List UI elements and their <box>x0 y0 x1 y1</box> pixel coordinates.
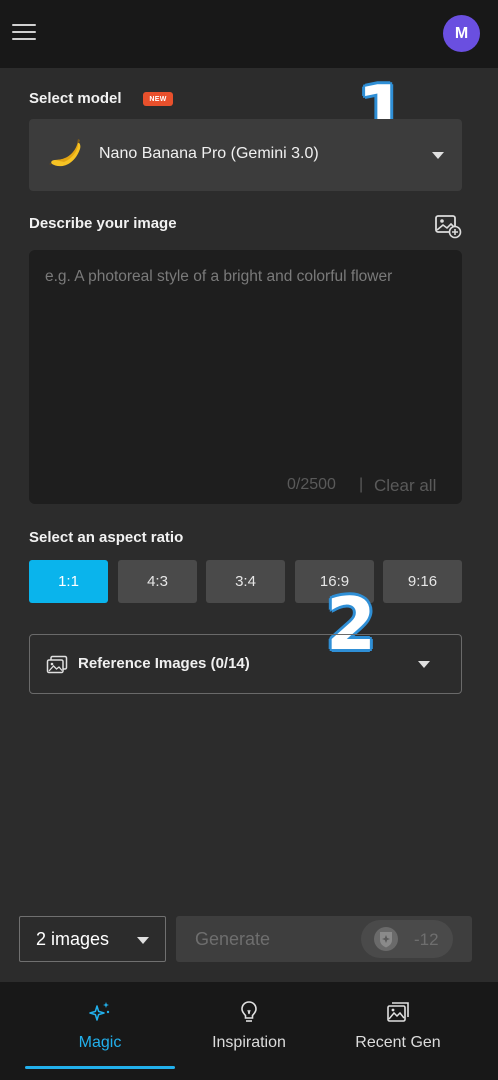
image-add-icon[interactable] <box>434 213 462 239</box>
active-tab-indicator <box>25 1066 175 1069</box>
aspect-ratio-4-3[interactable]: 4:3 <box>118 560 197 603</box>
reference-images-label: Reference Images (0/14) <box>78 655 250 672</box>
generate-label: Generate <box>195 929 271 949</box>
nav-item-recent-gen[interactable]: Recent Gen <box>315 982 481 1080</box>
image-count-label: 2 images <box>36 929 110 949</box>
bottom-navigation: Magic Inspiration Recent Gen <box>0 982 498 1080</box>
credit-coin-icon <box>374 927 398 951</box>
avatar[interactable]: M <box>443 15 480 52</box>
top-bar: M <box>0 0 498 68</box>
nav-label-inspiration: Inspiration <box>212 1034 286 1051</box>
new-badge: NEW <box>143 92 173 106</box>
lightbulb-icon <box>241 1001 257 1022</box>
gallery-icon <box>387 1002 409 1022</box>
selected-model-name: Nano Banana Pro (Gemini 3.0) <box>99 145 319 162</box>
chevron-down-icon <box>418 661 430 668</box>
cost-pill: -12 <box>361 920 453 958</box>
clear-all-button[interactable]: Clear all <box>374 476 436 496</box>
select-model-label: Select model <box>29 90 122 107</box>
character-counter: 0/2500 <box>287 476 336 493</box>
nav-label-recent-gen: Recent Gen <box>355 1034 441 1051</box>
images-icon <box>46 655 68 674</box>
aspect-ratio-9-16[interactable]: 9:16 <box>383 560 462 603</box>
chevron-down-icon <box>137 937 149 944</box>
aspect-ratio-label: Select an aspect ratio <box>29 529 184 546</box>
banana-icon <box>49 139 81 167</box>
describe-image-label: Describe your image <box>29 215 177 232</box>
prompt-box: 0/2500 | Clear all <box>29 250 462 504</box>
prompt-input[interactable] <box>29 250 462 450</box>
reference-images-dropdown[interactable]: Reference Images (0/14) <box>29 634 462 694</box>
model-select-dropdown[interactable]: Nano Banana Pro (Gemini 3.0) <box>29 119 462 191</box>
cost-value: -12 <box>414 930 439 949</box>
aspect-ratio-1-1[interactable]: 1:1 <box>29 560 108 603</box>
nav-item-inspiration[interactable]: Inspiration <box>166 982 332 1080</box>
counter-separator: | <box>359 476 364 493</box>
generate-button[interactable]: Generate -12 <box>176 916 472 962</box>
hamburger-menu-icon[interactable] <box>12 24 36 42</box>
nav-label-magic: Magic <box>78 1034 122 1051</box>
aspect-ratio-3-4[interactable]: 3:4 <box>206 560 285 603</box>
image-count-select[interactable]: 2 images <box>19 916 166 962</box>
sparkle-icon <box>89 1002 110 1021</box>
chevron-down-icon <box>432 152 444 159</box>
